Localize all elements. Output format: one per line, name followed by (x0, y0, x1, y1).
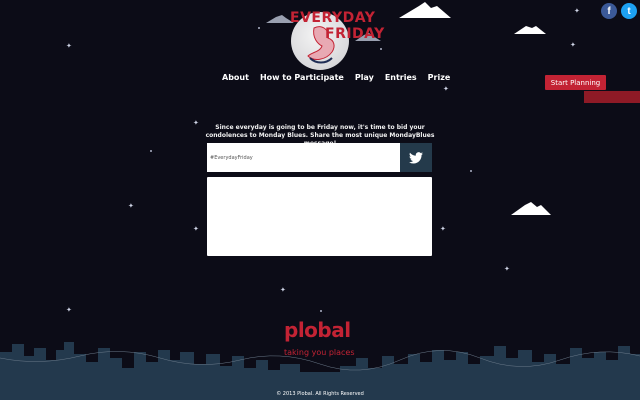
cloud-icon (514, 26, 546, 34)
start-planning-button[interactable]: Start Planning (545, 75, 606, 90)
star-icon: ✦ (443, 85, 449, 93)
star-icon: ✦ (66, 306, 72, 314)
nav-item-about[interactable]: About (222, 73, 249, 82)
star-dot (150, 150, 152, 152)
nav-item-play[interactable]: Play (355, 73, 374, 82)
star-dot (470, 170, 472, 172)
facebook-glyph: f (607, 5, 611, 17)
nav-item-how-to-participate[interactable]: How to Participate (260, 73, 344, 82)
twitter-icon[interactable]: t (621, 3, 637, 19)
nav-item-prize[interactable]: Prize (428, 73, 451, 82)
twitter-glyph: t (627, 5, 631, 17)
star-icon: ✦ (570, 41, 576, 49)
star-dot (380, 48, 382, 50)
hashtag-input[interactable] (207, 143, 400, 172)
facebook-icon[interactable]: f (601, 3, 617, 19)
star-icon: ✦ (193, 225, 199, 233)
star-dot (320, 310, 322, 312)
nav-item-entries[interactable]: Entries (385, 73, 417, 82)
copyright-text: © 2013 Plobal. All Rights Reserved (276, 391, 364, 397)
star-icon: ✦ (66, 42, 72, 50)
star-icon: ✦ (574, 7, 580, 15)
cta-ribbon (584, 91, 640, 103)
main-nav: About How to Participate Play Entries Pr… (222, 73, 450, 82)
logo-title-line1: EVERYDAY (290, 10, 376, 26)
cloud-icon (399, 2, 451, 18)
star-dot (258, 27, 260, 29)
star-icon: ✦ (280, 286, 286, 294)
cloud-icon (511, 202, 551, 215)
star-icon: ✦ (504, 265, 510, 273)
logo-title-line2: FRIDAY (325, 26, 385, 42)
star-icon: ✦ (128, 202, 134, 210)
tweet-button[interactable] (400, 143, 432, 172)
twitter-bird-icon (409, 151, 423, 163)
star-icon: ✦ (440, 225, 446, 233)
message-textarea[interactable] (207, 177, 432, 256)
